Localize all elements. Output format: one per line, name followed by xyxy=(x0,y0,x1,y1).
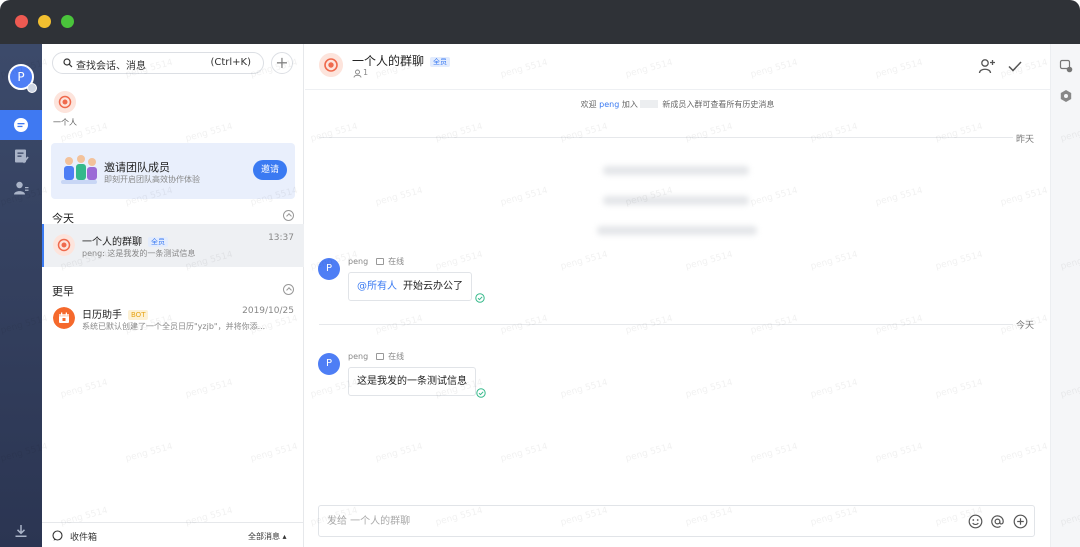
right-rail xyxy=(1050,44,1080,547)
message-bubble[interactable]: @所有人 开始云办公了 xyxy=(348,272,472,301)
chat-header: 一个人的群聊 全员 1 xyxy=(305,44,1050,90)
inbox-button[interactable]: 收件箱 xyxy=(70,530,97,543)
search-icon xyxy=(63,58,73,68)
team-illustration-icon xyxy=(61,155,97,184)
message-meta: peng 在线 xyxy=(348,257,405,266)
chat-icon xyxy=(14,118,28,132)
all-members-tag: 全员 xyxy=(148,237,168,247)
blurred-history-line xyxy=(603,166,749,175)
conversation-preview: peng: 这是我发的一条测试信息 xyxy=(82,249,196,258)
search-box[interactable]: 查找会话、消息 (Ctrl+K) xyxy=(52,52,264,74)
search-shortcut-hint: (Ctrl+K) xyxy=(210,57,251,68)
calendar-bot-avatar-icon xyxy=(53,307,75,329)
tasks-icon[interactable] xyxy=(13,148,29,164)
invite-button[interactable]: 邀请 xyxy=(253,160,287,180)
sidebar-footer: 收件箱 全部消息 ▴ xyxy=(42,522,304,547)
message-avatar[interactable]: P xyxy=(318,353,340,375)
conversation-name: 一个人的群聊 全员 xyxy=(82,233,168,248)
date-divider-today xyxy=(319,324,1013,325)
pinned-group-label: 一个人 xyxy=(53,118,77,127)
invite-title: 邀请团队成员 xyxy=(104,161,170,174)
maximize-window-button[interactable] xyxy=(61,15,74,28)
contacts-icon[interactable] xyxy=(13,180,29,196)
mention-all[interactable]: @所有人 xyxy=(357,281,397,292)
hexagon-settings-icon[interactable] xyxy=(1059,89,1073,103)
blurred-history-line xyxy=(603,196,749,205)
date-label-yesterday: 昨天 xyxy=(1016,135,1035,145)
chat-main: 一个人的群聊 全员 1 欢迎 peng 加入 新成员入群可查看所有历史消息 昨天 … xyxy=(305,44,1050,547)
conversation-name: 日历助手 BOT xyxy=(82,306,149,321)
collapse-earlier-icon[interactable] xyxy=(283,284,294,295)
all-members-tag: 全员 xyxy=(430,57,451,67)
status-icon xyxy=(376,353,385,360)
status-icon xyxy=(376,258,385,265)
add-member-icon[interactable] xyxy=(978,57,996,75)
conversation-preview: 系统已默认创建了一个全员日历"yzjb"，并将你添... xyxy=(82,322,266,331)
conversation-item-group[interactable]: 一个人的群聊 全员 13:37 peng: 这是我发的一条测试信息 xyxy=(42,224,304,267)
date-label-today: 今天 xyxy=(1016,321,1035,331)
left-nav: P xyxy=(0,44,42,547)
emoji-icon[interactable] xyxy=(968,514,983,529)
add-conversation-button[interactable]: + xyxy=(271,52,293,74)
window-titlebar xyxy=(0,0,1080,44)
search-placeholder: 查找会话、消息 xyxy=(76,61,146,72)
blurred-history-line xyxy=(597,226,757,235)
message-bubble[interactable]: 这是我发的一条测试信息 xyxy=(348,367,476,396)
invite-card: 邀请团队成员 即刻开启团队高效协作体验 邀请 xyxy=(51,143,295,199)
chat-title: 一个人的群聊 全员 xyxy=(352,52,451,69)
message-meta: peng 在线 xyxy=(348,352,405,361)
pinned-group-avatar[interactable] xyxy=(54,91,76,113)
member-icon xyxy=(353,69,362,78)
system-notice: 欢迎 peng 加入 新成员入群可查看所有历史消息 xyxy=(580,100,775,109)
conversation-sidebar: 查找会话、消息 (Ctrl+K) + 一个人 邀请团队成员 即刻开启团队高效协作… xyxy=(42,44,304,547)
message-avatar[interactable]: P xyxy=(318,258,340,280)
close-window-button[interactable] xyxy=(15,15,28,28)
minimize-window-button[interactable] xyxy=(38,15,51,28)
bot-tag: BOT xyxy=(128,310,149,320)
checkmark-icon[interactable] xyxy=(1006,57,1024,75)
date-divider-yesterday xyxy=(319,137,1013,138)
add-attachment-icon[interactable] xyxy=(1013,514,1028,529)
read-check-icon xyxy=(476,388,486,398)
chat-group-avatar-icon xyxy=(319,53,343,77)
message-composer xyxy=(318,505,1035,537)
chat-settings-icon[interactable] xyxy=(1059,59,1073,73)
conversation-time: 13:37 xyxy=(268,233,294,243)
collapse-today-icon[interactable] xyxy=(283,210,294,221)
mention-icon[interactable] xyxy=(990,514,1005,529)
group-avatar-icon xyxy=(53,234,75,256)
inbox-icon xyxy=(52,530,63,541)
message-filter-dropdown[interactable]: 全部消息 ▴ xyxy=(248,531,287,542)
invite-subtitle: 即刻开启团队高效协作体验 xyxy=(104,175,200,184)
conversation-time: 2019/10/25 xyxy=(242,306,294,316)
read-check-icon xyxy=(475,293,485,303)
joined-user-name[interactable]: peng xyxy=(599,100,619,109)
conversation-item-calendar[interactable]: 日历助手 BOT 2019/10/25 系统已默认创建了一个全员日历"yzjb"，… xyxy=(42,297,304,340)
message-input[interactable] xyxy=(319,506,939,536)
download-icon[interactable] xyxy=(13,523,29,539)
nav-chat-active-bg[interactable] xyxy=(0,110,42,140)
avatar-status-badge xyxy=(27,83,37,93)
member-count[interactable]: 1 xyxy=(363,68,368,77)
